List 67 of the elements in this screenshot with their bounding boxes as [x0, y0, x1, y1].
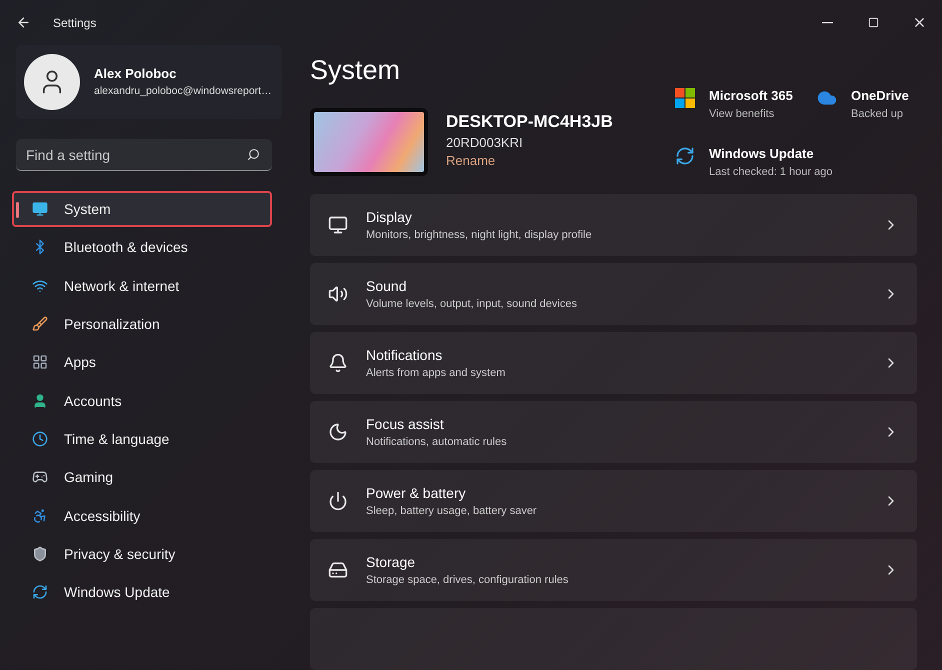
card-subtitle: Monitors, brightness, night light, display profile: [366, 229, 593, 241]
four-squares-logo-icon: [675, 88, 695, 108]
device-model: 20RD003KRI: [446, 135, 524, 150]
tile-title[interactable]: Microsoft 365: [709, 88, 793, 103]
tile-subtitle: Backed up: [851, 108, 904, 120]
settings-card[interactable]: Storage Storage space, drives, configuration rules: [310, 539, 917, 601]
settings-card[interactable]: Display Monitors, brightness, night light, display profile: [310, 194, 917, 256]
tile-title[interactable]: OneDrive: [851, 88, 909, 103]
window-title: Settings: [53, 16, 96, 30]
sidebar-item[interactable]: Network & internet: [12, 268, 272, 304]
card-title: Notifications: [366, 347, 444, 363]
gamepad-icon: [32, 469, 48, 486]
settings-card[interactable]: Notifications Alerts from apps and system: [310, 332, 917, 394]
settings-card[interactable]: Focus assist Notifications, automatic rules: [310, 401, 917, 463]
search-icon: [247, 148, 260, 161]
wifi-icon: [32, 278, 48, 294]
account-email: alexandru_poloboc@windowsreport…: [94, 84, 272, 98]
drive-icon: [328, 560, 348, 580]
settings-card[interactable]: Sound Volume levels, output, input, sound devices: [310, 263, 917, 325]
card-title: Storage: [366, 554, 416, 570]
account-name: Alex Poloboc: [94, 66, 178, 80]
maximize-icon: [868, 17, 878, 28]
sidebar-item[interactable]: Windows Update: [12, 574, 272, 610]
card-subtitle: Notifications, automatic rules: [366, 436, 508, 448]
bell-icon: [328, 353, 348, 373]
card-title: Focus assist: [366, 416, 445, 432]
account-card[interactable]: Alex Poloboc alexandru_poloboc@windowsreport…: [16, 45, 282, 119]
rename-link[interactable]: Rename: [446, 153, 613, 168]
card-title: Sound: [366, 278, 408, 294]
sidebar-item[interactable]: Bluetooth & devices: [12, 229, 272, 266]
brush-icon: [32, 316, 48, 332]
refresh-icon: [675, 146, 695, 166]
device-name: DESKTOP-MC4H3JB: [446, 112, 613, 132]
sidebar-item[interactable]: Accessibility: [12, 497, 272, 534]
person-icon: [32, 392, 48, 409]
page-title: System: [310, 55, 402, 86]
minimize-icon: [822, 22, 832, 24]
clock-icon: [32, 430, 48, 447]
monitor-icon: [32, 201, 48, 218]
card-title: Power & battery: [366, 485, 467, 501]
back-icon[interactable]: [16, 15, 31, 30]
sidebar-item[interactable]: Personalization: [12, 306, 272, 342]
sidebar-item[interactable]: System: [12, 191, 272, 228]
moon-icon: [328, 422, 348, 442]
monitor-icon: [328, 215, 348, 235]
sidebar-item[interactable]: Apps: [12, 344, 272, 380]
card-subtitle: Alerts from apps and system: [366, 367, 506, 379]
selection-indicator: [16, 202, 19, 218]
tile-title[interactable]: Windows Update: [709, 146, 833, 161]
search-field[interactable]: Find a setting: [16, 139, 272, 171]
sidebar-item[interactable]: Privacy & security: [12, 536, 272, 572]
shield-icon: [32, 546, 48, 562]
refresh-icon: [32, 584, 48, 600]
tile-subtitle: View benefits: [709, 108, 776, 120]
sidebar-item[interactable]: Accounts: [12, 382, 272, 419]
card-subtitle: Volume levels, output, input, sound devices: [366, 298, 578, 310]
accessibility-icon: [32, 508, 48, 524]
sidebar-item[interactable]: Gaming: [12, 459, 272, 496]
card-subtitle: Storage space, drives, configuration rules: [366, 574, 570, 586]
power-icon: [328, 491, 348, 511]
speaker-icon: [328, 284, 348, 304]
settings-card[interactable]: Power & battery Sleep, battery usage, battery saver: [310, 470, 917, 532]
card-title: Display: [366, 209, 413, 225]
tile-subtitle: Last checked: 1 hour ago: [709, 166, 833, 178]
apps-grid-icon: [32, 354, 48, 370]
card-subtitle: Sleep, battery usage, battery saver: [366, 505, 538, 517]
sidebar-item[interactable]: Time & language: [12, 420, 272, 458]
